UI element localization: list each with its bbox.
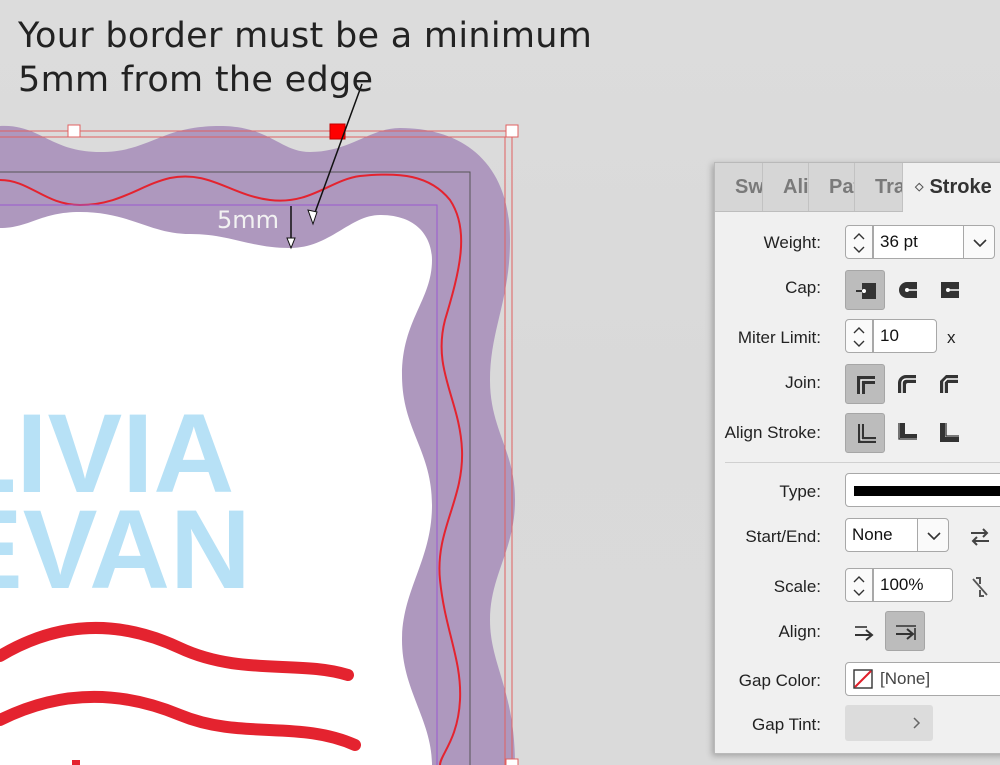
extend-arrow-button[interactable] <box>845 611 885 651</box>
round-join-icon <box>898 375 916 393</box>
panel-separator <box>725 462 1000 463</box>
cap-label: Cap: <box>785 278 821 297</box>
tab-swatches[interactable]: Swatches <box>715 163 763 211</box>
dimension-label: 5mm <box>217 206 279 234</box>
start-end-select[interactable]: None <box>845 518 919 552</box>
weight-dropdown-button[interactable] <box>963 225 995 259</box>
align-stroke-outside-button[interactable] <box>929 413 969 453</box>
miter-join-icon <box>857 376 875 394</box>
selection-handle-bottom-right[interactable] <box>505 758 519 765</box>
miter-unit: x <box>947 328 956 347</box>
gap-tint-field <box>845 705 933 741</box>
align-center-icon <box>858 424 876 443</box>
unlink-chain-icon[interactable] <box>970 575 990 599</box>
round-cap-button[interactable] <box>887 270 927 310</box>
stepper-down-icon[interactable] <box>853 589 865 597</box>
tab-stroke[interactable]: ◇ Stroke <box>903 163 1000 212</box>
tab-pathfinder[interactable]: Pathfinder <box>809 163 855 211</box>
stroke-type-dropdown[interactable] <box>845 473 1000 507</box>
miter-limit-input[interactable]: 10 <box>873 319 937 353</box>
tab-pathfinder-label: Pathfinder <box>829 176 854 198</box>
chevron-right-icon <box>913 717 921 729</box>
join-label: Join: <box>785 373 821 392</box>
selection-handle-top-left[interactable] <box>67 124 81 138</box>
align-outside-icon <box>940 423 959 442</box>
chevron-down-icon <box>973 239 987 247</box>
panel-options-icon[interactable]: ◇ <box>915 181 923 193</box>
butt-cap-icon <box>856 283 876 299</box>
annotation-line-1: Your border must be a minimum <box>18 16 593 56</box>
align-stroke-label: Align Stroke: <box>724 423 821 442</box>
solid-line-swatch <box>854 486 1000 496</box>
stepper-down-icon[interactable] <box>853 340 865 348</box>
red-mark <box>72 760 80 765</box>
align-stroke-center-button[interactable] <box>845 413 885 453</box>
projecting-cap-button[interactable] <box>929 270 969 310</box>
round-join-button[interactable] <box>887 364 927 404</box>
miter-join-button[interactable] <box>845 364 885 404</box>
weight-label: Weight: <box>763 233 821 252</box>
selection-handle-top-right[interactable] <box>505 124 519 138</box>
tab-align[interactable]: Align <box>763 163 809 211</box>
tab-stroke-label: Stroke <box>929 176 992 198</box>
panel-tab-bar: Swatches Align Pathfinder Transform ◇ Str… <box>715 163 1000 212</box>
weight-input[interactable]: 36 pt <box>873 225 965 259</box>
gap-color-label: Gap Color: <box>738 671 821 690</box>
tab-transform-label: Transform <box>875 176 902 198</box>
type-label: Type: <box>779 482 821 501</box>
weight-stepper[interactable] <box>845 225 873 259</box>
miter-limit-stepper[interactable] <box>845 319 873 353</box>
start-end-label: Start/End: <box>745 527 821 546</box>
tab-align-label: Align <box>783 176 809 198</box>
swap-arrows-icon[interactable] <box>969 528 991 546</box>
annotation-line-2: 5mm from the edge <box>18 60 374 100</box>
stepper-down-icon[interactable] <box>853 246 865 254</box>
scale-stepper[interactable] <box>845 568 873 602</box>
bevel-join-icon <box>940 375 958 393</box>
stepper-up-icon[interactable] <box>853 326 865 334</box>
chevron-down-icon <box>927 532 941 540</box>
stroke-panel: Swatches Align Pathfinder Transform ◇ Str… <box>714 162 1000 754</box>
align-label: Align: <box>778 622 821 641</box>
stepper-up-icon[interactable] <box>853 575 865 583</box>
round-cap-icon <box>899 282 917 298</box>
align-stroke-inside-button[interactable] <box>887 413 927 453</box>
gap-color-value: [None] <box>880 669 931 688</box>
butt-cap-button[interactable] <box>845 270 885 310</box>
extend-arrow-icon <box>855 626 874 641</box>
align-inside-icon <box>898 423 917 440</box>
place-arrow-icon <box>896 625 916 640</box>
tab-swatches-label: Swatches <box>735 176 763 198</box>
start-end-dropdown-button[interactable] <box>917 518 949 552</box>
scale-input[interactable]: 100% <box>873 568 953 602</box>
name-line-2: EVAN <box>0 487 251 612</box>
projecting-cap-icon <box>941 282 959 298</box>
none-swatch-icon <box>853 669 873 689</box>
bevel-join-button[interactable] <box>929 364 969 404</box>
gap-color-select[interactable]: [None] <box>845 662 1000 696</box>
stepper-up-icon[interactable] <box>853 232 865 240</box>
tab-transform[interactable]: Transform <box>855 163 903 211</box>
place-arrow-button[interactable] <box>885 611 925 651</box>
miter-limit-label: Miter Limit: <box>737 328 821 347</box>
gap-tint-label: Gap Tint: <box>752 715 821 734</box>
scale-label: Scale: <box>773 577 821 596</box>
annotation-text: Your border must be a minimum 5mm from t… <box>18 14 592 102</box>
